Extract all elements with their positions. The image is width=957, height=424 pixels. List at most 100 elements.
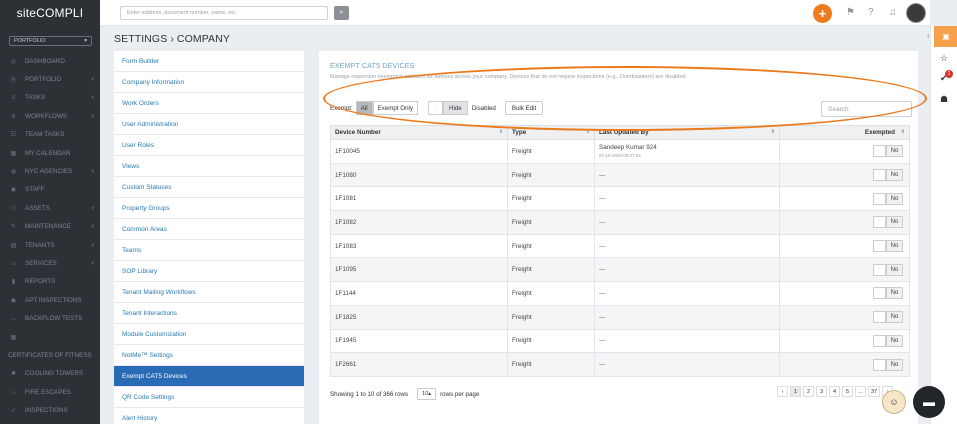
toggle-off-side[interactable]: ▫ bbox=[873, 169, 886, 182]
settings-menu-item[interactable]: QR Code Settings bbox=[114, 387, 304, 408]
settings-menu-item[interactable]: Form Builder bbox=[114, 51, 304, 72]
sidebar-item-staff[interactable]: ◉ STAFF bbox=[0, 181, 100, 199]
sidebar-item-nyc-agencies[interactable]: ◍ NYC AGENCIES ‹ bbox=[0, 162, 100, 180]
exempted-value[interactable]: No bbox=[886, 334, 903, 347]
global-search-input[interactable]: Enter address, document number, name, et… bbox=[120, 6, 328, 20]
settings-menu-item[interactable]: Common Areas bbox=[114, 219, 304, 240]
page-button[interactable]: 37 bbox=[868, 386, 881, 397]
column-header-device-number[interactable]: Device Number ⇕ bbox=[330, 125, 508, 140]
exempted-value[interactable]: No bbox=[886, 358, 903, 371]
page-button[interactable]: ‹ bbox=[777, 386, 788, 397]
settings-menu-item[interactable]: User Roles bbox=[114, 135, 304, 156]
filter-all-button[interactable]: All bbox=[355, 101, 373, 115]
page-button[interactable]: 4 bbox=[829, 386, 840, 397]
sidebar-item-portfolio[interactable]: ⦿ PORTFOLIO ‹ bbox=[0, 70, 100, 88]
settings-menu-item[interactable]: Custom Statuses bbox=[114, 177, 304, 198]
page-button[interactable]: ... bbox=[855, 386, 866, 397]
page-button[interactable]: 5 bbox=[842, 386, 853, 397]
sidebar-item-apt-inspections[interactable]: ◉ APT INSPECTIONS bbox=[0, 291, 100, 309]
chevron-left-icon[interactable]: ‹ bbox=[927, 31, 930, 40]
sidebar-item-tenants[interactable]: ▤ TENANTS ‹ bbox=[0, 236, 100, 254]
sidebar-item-reports[interactable]: ▮ REPORTS bbox=[0, 273, 100, 291]
toggle-off-side[interactable]: ▫ bbox=[873, 334, 886, 347]
column-header-type[interactable]: Type ⇕ bbox=[507, 125, 595, 140]
exempted-toggle[interactable]: ▫ No bbox=[873, 192, 903, 205]
settings-menu-item[interactable]: Views bbox=[114, 156, 304, 177]
toggle-hide-label[interactable]: Hide bbox=[443, 101, 468, 115]
exempted-value[interactable]: No bbox=[886, 169, 903, 182]
column-header-exempted[interactable]: Exempted ⇕ bbox=[779, 125, 910, 140]
sidebar-item-cooling-towers[interactable]: ✱ COOLING TOWERS bbox=[0, 365, 100, 383]
settings-menu-item[interactable]: Exempt CAT5 Devices bbox=[114, 366, 304, 387]
settings-menu-item[interactable]: User Administration bbox=[114, 114, 304, 135]
calendar-icon[interactable]: ▣ bbox=[934, 26, 957, 47]
sidebar-item-workflows[interactable]: ↯ WORKFLOWS ‹ bbox=[0, 107, 100, 125]
toggle-off-side[interactable]: ▫ bbox=[873, 145, 886, 158]
settings-menu-item[interactable]: Property Groups bbox=[114, 198, 304, 219]
exempted-value[interactable]: No bbox=[886, 192, 903, 205]
exempted-value[interactable]: No bbox=[886, 240, 903, 253]
exempted-toggle[interactable]: ▫ No bbox=[873, 263, 903, 276]
exempted-toggle[interactable]: ▫ No bbox=[873, 145, 903, 158]
sidebar-item-maintenance[interactable]: ✎ MAINTENANCE ‹ bbox=[0, 218, 100, 236]
toggle-off-side[interactable]: ▫ bbox=[873, 192, 886, 205]
toggle-off-side[interactable]: ▫ bbox=[428, 101, 444, 115]
sidebar-item-my-calendar[interactable]: ▦ MY CALENDAR bbox=[0, 144, 100, 162]
star-icon[interactable]: ☆ bbox=[940, 53, 948, 64]
sidebar-item-assets[interactable]: ⬡ ASSETS ‹ bbox=[0, 199, 100, 217]
exempted-value[interactable]: No bbox=[886, 263, 903, 276]
exempted-toggle[interactable]: ▫ No bbox=[873, 334, 903, 347]
exempted-toggle[interactable]: ▫ No bbox=[873, 311, 903, 324]
exempted-value[interactable]: No bbox=[886, 311, 903, 324]
portfolio-select[interactable]: PORTFOLIO ▾ bbox=[9, 36, 92, 46]
assistant-icon[interactable]: ☺ bbox=[882, 390, 906, 414]
sidebar-item-tasks[interactable]: ≡ TASKS ‹ bbox=[0, 89, 100, 107]
settings-menu-item[interactable]: Module Customization bbox=[114, 324, 304, 345]
sidebar-item-fire-escapes[interactable]: ♨ FIRE ESCAPES bbox=[0, 383, 100, 401]
toggle-off-side[interactable]: ▫ bbox=[873, 287, 886, 300]
toggle-off-side[interactable]: ▫ bbox=[873, 358, 886, 371]
settings-menu-item[interactable]: Tenant Mailing Workflows bbox=[114, 282, 304, 303]
exempted-value[interactable]: No bbox=[886, 145, 903, 158]
hide-disabled-toggle[interactable]: ▫ Hide bbox=[428, 101, 468, 115]
sidebar-item-team-tasks[interactable]: ☷ TEAM TASKS bbox=[0, 126, 100, 144]
table-search-input[interactable]: Search bbox=[821, 101, 912, 117]
help-icon[interactable]: ? bbox=[868, 7, 874, 18]
exempted-value[interactable]: No bbox=[886, 216, 903, 229]
exempted-toggle[interactable]: ▫ No bbox=[873, 169, 903, 182]
settings-menu-item[interactable]: Work Orders bbox=[114, 93, 304, 114]
settings-menu-item[interactable]: Tenant Interactions bbox=[114, 303, 304, 324]
exempted-toggle[interactable]: ▫ No bbox=[873, 358, 903, 371]
page-button[interactable]: 1 bbox=[790, 386, 801, 397]
bulk-edit-button[interactable]: Bulk Edit bbox=[504, 101, 544, 115]
sidebar-item-dashboard[interactable]: ◎ DASHBOARD bbox=[0, 52, 100, 70]
filter-exempt-only-button[interactable]: Exempt Only bbox=[372, 101, 419, 115]
page-button[interactable]: 2 bbox=[803, 386, 814, 397]
sidebar-item-inspections[interactable]: ✓ INSPECTIONS bbox=[0, 401, 100, 419]
paint-roller-icon[interactable]: ⚑ bbox=[846, 7, 855, 18]
add-button[interactable]: + bbox=[813, 4, 832, 23]
exempted-value[interactable]: No bbox=[886, 287, 903, 300]
toggle-off-side[interactable]: ▫ bbox=[873, 240, 886, 253]
sidebar-item-backflow-tests[interactable]: ↔ BACKFLOW TESTS bbox=[0, 309, 100, 327]
rows-per-page-select[interactable]: 10 ▴ bbox=[417, 388, 437, 400]
toggle-off-side[interactable]: ▫ bbox=[873, 263, 886, 276]
settings-menu-item[interactable]: NotMe™ Settings bbox=[114, 345, 304, 366]
page-button[interactable]: 3 bbox=[816, 386, 827, 397]
toggle-off-side[interactable]: ▫ bbox=[873, 311, 886, 324]
settings-menu-item[interactable]: Teams bbox=[114, 240, 304, 261]
search-icon[interactable]: ⌕ bbox=[334, 6, 349, 20]
avatar[interactable] bbox=[906, 3, 926, 23]
column-header-last-updated-by[interactable]: Last Updated By ⇕ bbox=[594, 125, 780, 140]
settings-menu-item[interactable]: Company Information bbox=[114, 72, 304, 93]
settings-menu-item[interactable]: SOP Library bbox=[114, 261, 304, 282]
bell-icon[interactable]: ♫ bbox=[889, 7, 897, 18]
exempted-toggle[interactable]: ▫ No bbox=[873, 216, 903, 229]
sidebar-item-certificates-of-fitness[interactable]: CERTIFICATES OF FITNESS bbox=[0, 346, 100, 364]
sidebar-item-misc[interactable]: ▦ bbox=[0, 328, 100, 346]
sidebar-item-services[interactable]: ▭ SERVICES ‹ bbox=[0, 254, 100, 272]
exempted-toggle[interactable]: ▫ No bbox=[873, 240, 903, 253]
settings-menu-item[interactable]: Alert History bbox=[114, 408, 304, 424]
exempted-toggle[interactable]: ▫ No bbox=[873, 287, 903, 300]
users-icon[interactable]: ☗ bbox=[940, 94, 948, 105]
